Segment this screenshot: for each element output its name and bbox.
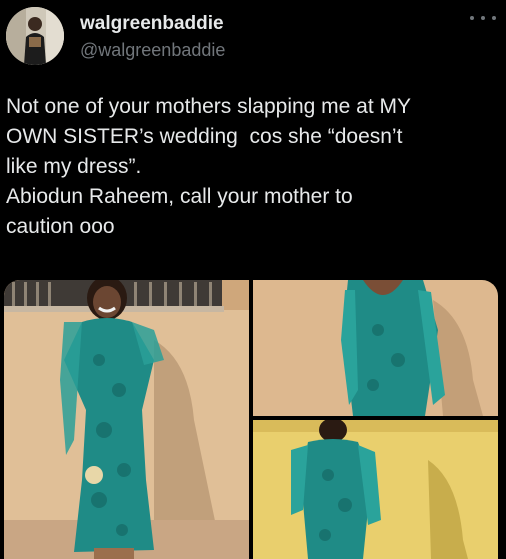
tweet-photo-1[interactable]: [4, 280, 249, 559]
media-grid: [4, 280, 498, 559]
more-horizontal-icon[interactable]: [470, 8, 496, 28]
display-name[interactable]: walgreenbaddie: [80, 13, 224, 35]
tweet-text-line: OWN SISTER’s wedding cos she “doesn’t: [6, 125, 403, 148]
tweet-photo-2[interactable]: [253, 280, 498, 416]
tweet-card: walgreenbaddie @walgreenbaddie Not one o…: [0, 0, 506, 559]
tweet-text-line: like my dress”.: [6, 155, 142, 178]
tweet-text: Not one of your mothers slapping me at M…: [6, 92, 496, 242]
user-handle[interactable]: @walgreenbaddie: [80, 40, 225, 61]
tweet-photo-3[interactable]: [253, 420, 498, 559]
tweet-text-line: caution ooo: [6, 215, 115, 238]
tweet-text-line: Not one of your mothers slapping me at M…: [6, 95, 412, 118]
tweet-text-line: Abiodun Raheem, call your mother to: [6, 185, 353, 208]
avatar[interactable]: [6, 7, 64, 65]
